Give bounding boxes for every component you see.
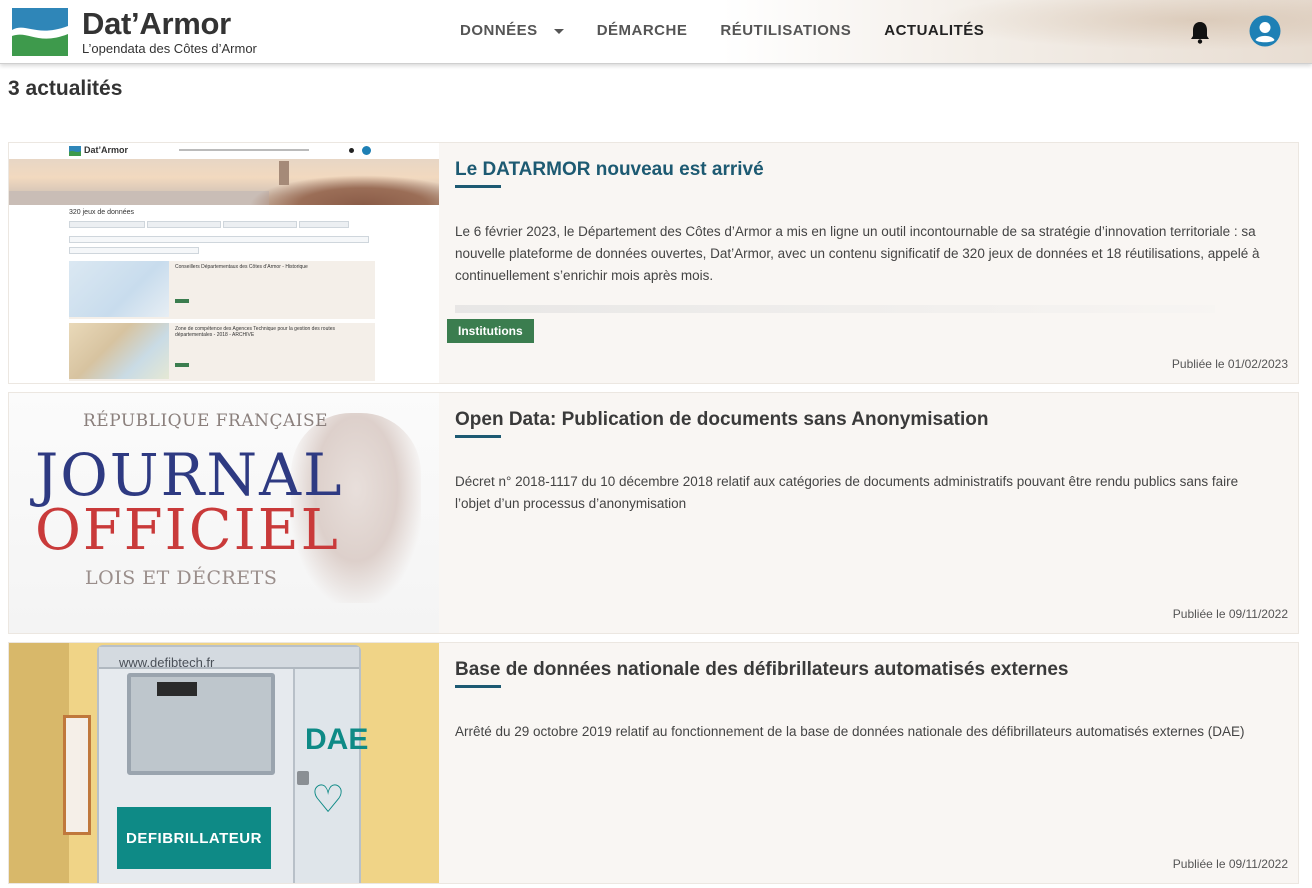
article-card[interactable]: RÉPUBLIQUE FRANÇAISE JOURNAL OFFICIEL LO… <box>8 392 1299 634</box>
cabinet-label: DEFIBRILLATEUR <box>117 807 271 869</box>
article-thumbnail[interactable]: www.defibtech.fr DEFIBRILLATEUR DAE ♡ <box>9 643 439 883</box>
published-date: Publiée le 01/02/2023 <box>1171 357 1288 371</box>
user-icon[interactable] <box>1249 15 1281 47</box>
wall-poster <box>63 715 91 835</box>
article-thumbnail[interactable]: Dat’Armor 320 jeux de données Conseiller… <box>9 143 439 383</box>
nav-actualites[interactable]: ACTUALITÉS <box>884 22 984 39</box>
mini-brand: Dat’Armor <box>84 145 129 155</box>
jo-line-3: OFFICIEL <box>35 498 340 563</box>
article-title[interactable]: Open Data: Publication de documents sans… <box>455 409 988 431</box>
title-underline <box>455 185 501 188</box>
chevron-down-icon <box>553 28 564 34</box>
cabinet-dae-text: DAE <box>305 723 369 756</box>
mini-dataset-count: 320 jeux de données <box>69 209 134 216</box>
nav-reutilisations-label: RÉUTILISATIONS <box>720 22 852 39</box>
defibrillator-cabinet: www.defibtech.fr DEFIBRILLATEUR DAE ♡ <box>97 645 368 883</box>
nav-demarche-label: DÉMARCHE <box>596 22 688 39</box>
title-underline <box>455 685 501 688</box>
article-card[interactable]: www.defibtech.fr DEFIBRILLATEUR DAE ♡ Ba… <box>8 642 1299 884</box>
datarmor-logo[interactable] <box>12 8 68 56</box>
published-date: Publiée le 09/11/2022 <box>1172 607 1288 621</box>
fade-divider <box>455 305 1215 313</box>
heart-icon: ♡ <box>311 779 346 821</box>
mini-dataset-card: Conseillers Départementaux des Côtes d’A… <box>69 261 375 319</box>
article-body: Base de données nationale des défibrilla… <box>455 643 1298 883</box>
cabinet-url: www.defibtech.fr <box>119 655 215 670</box>
nav-donnees[interactable]: DONNÉES <box>460 22 564 39</box>
mini-banner <box>9 159 439 205</box>
brand-tagline: L’opendata des Côtes d’Armor <box>82 41 257 56</box>
bell-icon[interactable] <box>1189 20 1211 44</box>
jo-line-1: RÉPUBLIQUE FRANÇAISE <box>83 411 329 431</box>
brand-name: Dat’Armor <box>82 6 231 41</box>
article-card[interactable]: Dat’Armor 320 jeux de données Conseiller… <box>8 142 1299 384</box>
published-date: Publiée le 09/11/2022 <box>1172 857 1288 871</box>
journal-officiel-image: RÉPUBLIQUE FRANÇAISE JOURNAL OFFICIEL LO… <box>9 393 439 633</box>
defibrillator-image: www.defibtech.fr DEFIBRILLATEUR DAE ♡ <box>9 643 439 883</box>
article-title[interactable]: Base de données nationale des défibrilla… <box>455 659 1069 681</box>
brand[interactable]: Dat’Armor L’opendata des Côtes d’Armor <box>82 6 257 57</box>
mini-dataset-card: Zone de compétence des Agences Technique… <box>69 323 375 381</box>
jo-line-2: JOURNAL <box>35 441 344 509</box>
article-body: Open Data: Publication de documents sans… <box>455 393 1298 633</box>
article-body: Le DATARMOR nouveau est arrivé Le 6 févr… <box>447 143 1298 383</box>
main-nav: DONNÉES DÉMARCHE RÉUTILISATIONS ACTUALIT… <box>460 22 1017 39</box>
results-count: 3 actualités <box>8 77 123 100</box>
site-header: Dat’Armor L’opendata des Côtes d’Armor D… <box>0 0 1312 64</box>
mini-card-title-2: Zone de compétence des Agences Technique… <box>175 326 336 338</box>
article-description: Décret n° 2018-1117 du 10 décembre 2018 … <box>455 474 1239 511</box>
nav-demarche[interactable]: DÉMARCHE <box>597 22 688 39</box>
nav-actualites-label: ACTUALITÉS <box>884 22 985 39</box>
mini-card-title-1: Conseillers Départementaux des Côtes d’A… <box>175 264 308 270</box>
title-underline <box>455 435 501 438</box>
article-thumbnail[interactable]: RÉPUBLIQUE FRANÇAISE JOURNAL OFFICIEL LO… <box>9 393 439 633</box>
article-title[interactable]: Le DATARMOR nouveau est arrivé <box>455 159 764 181</box>
article-description: Le 6 février 2023, le Département des Cô… <box>455 224 1260 283</box>
nav-donnees-label: DONNÉES <box>460 22 538 39</box>
mini-site-header: Dat’Armor <box>9 143 439 159</box>
article-description: Arrêté du 29 octobre 2019 relatif au fon… <box>455 724 1245 739</box>
tag-institutions[interactable]: Institutions <box>447 319 534 343</box>
jo-line-4: LOIS ET DÉCRETS <box>85 567 278 589</box>
nav-reutilisations[interactable]: RÉUTILISATIONS <box>720 22 851 39</box>
